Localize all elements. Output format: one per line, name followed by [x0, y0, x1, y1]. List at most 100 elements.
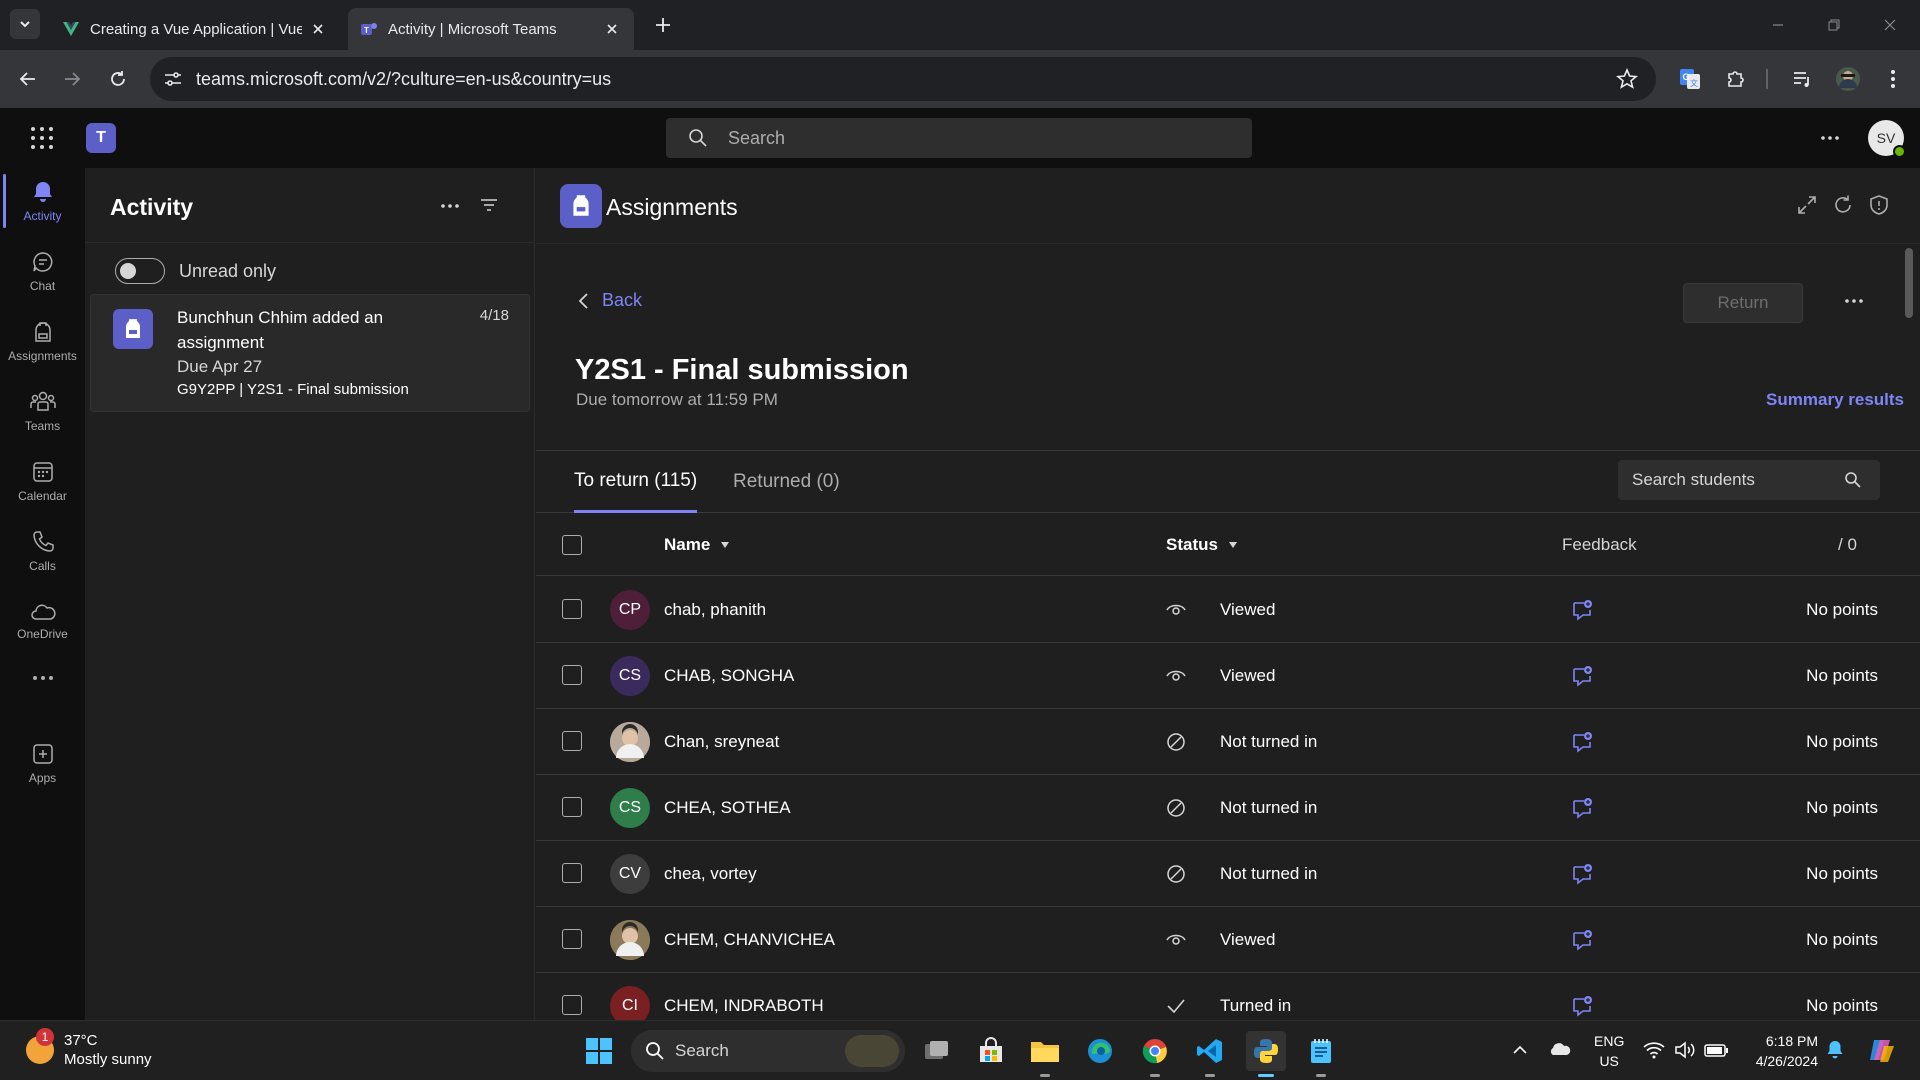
edge-browser-button[interactable] — [1080, 1031, 1120, 1071]
rail-item-assignments[interactable]: Assignments — [0, 308, 85, 374]
row-checkbox[interactable] — [562, 995, 582, 1015]
restore-window-button[interactable] — [1806, 0, 1862, 50]
vscode-button[interactable] — [1190, 1031, 1230, 1077]
wifi-icon[interactable] — [1643, 1041, 1665, 1059]
student-name[interactable]: CHEA, SOTHEA — [664, 798, 791, 818]
add-feedback-icon[interactable] — [1571, 863, 1593, 885]
copilot-icon[interactable] — [1866, 1036, 1896, 1064]
table-row[interactable]: Chan, sreyneat Not turned in No points — [536, 709, 1920, 775]
teams-taskbar-button[interactable] — [1246, 1031, 1286, 1077]
student-name[interactable]: CHEM, INDRABOTH — [664, 996, 824, 1016]
student-name[interactable]: chab, phanith — [664, 600, 766, 620]
system-clock[interactable]: 6:18 PM 4/26/2024 — [1744, 1031, 1818, 1071]
back-link[interactable]: Back — [578, 290, 642, 311]
rail-item-teams[interactable]: Teams — [0, 378, 85, 444]
site-settings-icon[interactable] — [162, 68, 184, 90]
table-row[interactable]: CS CHEA, SOTHEA Not turned in No points — [536, 775, 1920, 841]
task-view-button[interactable] — [917, 1031, 957, 1071]
notification-bell-icon[interactable] — [1826, 1040, 1844, 1060]
search-input[interactable] — [728, 118, 1228, 158]
unread-only-toggle[interactable] — [115, 258, 165, 284]
add-feedback-icon[interactable] — [1571, 665, 1593, 687]
assignment-more-icon[interactable] — [1844, 298, 1864, 304]
input-language-indicator[interactable]: ENG US — [1594, 1031, 1624, 1071]
notepad-button[interactable] — [1301, 1031, 1341, 1077]
rail-item-activity[interactable]: Activity — [0, 168, 85, 234]
new-tab-button[interactable] — [650, 12, 676, 38]
row-checkbox[interactable] — [562, 599, 582, 619]
tab-returned[interactable]: Returned (0) — [733, 451, 840, 513]
table-row[interactable]: CS CHAB, SONGHA Viewed No points — [536, 643, 1920, 709]
select-all-checkbox[interactable] — [562, 535, 582, 555]
add-feedback-icon[interactable] — [1571, 995, 1593, 1017]
refresh-icon[interactable] — [1832, 194, 1854, 216]
file-explorer-button[interactable] — [1025, 1031, 1065, 1077]
column-header-name[interactable]: Name — [664, 514, 730, 576]
student-name[interactable]: Chan, sreyneat — [664, 732, 779, 752]
onedrive-cloud-icon[interactable] — [1548, 1041, 1572, 1057]
close-tab-icon[interactable] — [602, 19, 622, 39]
row-checkbox[interactable] — [562, 929, 582, 949]
start-button[interactable] — [579, 1031, 619, 1071]
media-controls-button[interactable] — [1787, 64, 1817, 94]
add-feedback-icon[interactable] — [1571, 929, 1593, 951]
tab-search-dropdown-button[interactable] — [10, 9, 40, 39]
extensions-button[interactable] — [1721, 64, 1751, 94]
summary-results-link[interactable]: Summary results — [1766, 390, 1904, 410]
profile-button[interactable] — [1833, 64, 1863, 94]
filter-icon[interactable] — [479, 195, 499, 215]
browser-menu-button[interactable] — [1878, 64, 1908, 94]
back-button[interactable] — [13, 64, 43, 94]
close-window-button[interactable] — [1862, 0, 1918, 50]
battery-charging-icon[interactable] — [1704, 1042, 1730, 1058]
tab-to-return[interactable]: To return (115) — [574, 451, 698, 513]
row-checkbox[interactable] — [562, 863, 582, 883]
minimize-window-button[interactable] — [1750, 0, 1806, 50]
teams-search-box[interactable] — [666, 118, 1252, 158]
search-students-box[interactable] — [1618, 460, 1880, 500]
address-bar[interactable]: teams.microsoft.com/v2/?culture=en-us&co… — [150, 57, 1656, 101]
app-launcher-waffle-icon[interactable] — [30, 126, 54, 150]
user-avatar[interactable]: SV — [1868, 120, 1906, 158]
rail-item-calls[interactable]: Calls — [0, 518, 85, 584]
microsoft-store-button[interactable] — [971, 1031, 1011, 1071]
browser-tab-vue[interactable]: Creating a Vue Application | Vue.js — [50, 8, 340, 50]
search-students-input[interactable] — [1632, 460, 1832, 500]
rail-item-apps[interactable]: Apps — [0, 730, 85, 796]
table-row[interactable]: CP chab, phanith Viewed No points — [536, 577, 1920, 643]
browser-tab-teams[interactable]: T Activity | Microsoft Teams — [348, 8, 634, 50]
add-feedback-icon[interactable] — [1571, 797, 1593, 819]
rail-item-calendar[interactable]: Calendar — [0, 448, 85, 514]
scrollbar-thumb[interactable] — [1905, 248, 1913, 318]
close-tab-icon[interactable] — [308, 19, 328, 39]
add-feedback-icon[interactable] — [1571, 731, 1593, 753]
translate-extension-button[interactable]: G文 — [1675, 64, 1705, 94]
volume-icon[interactable] — [1674, 1041, 1696, 1059]
table-row[interactable]: CHEM, CHANVICHEA Viewed No points — [536, 907, 1920, 973]
row-checkbox[interactable] — [562, 665, 582, 685]
forward-button[interactable] — [57, 64, 87, 94]
add-feedback-icon[interactable] — [1571, 599, 1593, 621]
weather-widget[interactable]: 1 37°C Mostly sunny — [26, 1028, 152, 1069]
activity-feed-item[interactable]: Bunchhun Chhim added an assignment 4/18 … — [90, 294, 530, 412]
rail-item-onedrive[interactable]: OneDrive — [0, 588, 85, 654]
column-header-status[interactable]: Status — [1166, 514, 1238, 576]
show-hidden-icons-chevron-up-icon[interactable] — [1512, 1045, 1528, 1055]
reload-button[interactable] — [103, 64, 133, 94]
table-row[interactable]: CI CHEM, INDRABOTH Turned in No points — [536, 973, 1920, 1020]
row-checkbox[interactable] — [562, 797, 582, 817]
more-options-icon[interactable] — [1820, 126, 1840, 150]
row-checkbox[interactable] — [562, 731, 582, 751]
return-button[interactable]: Return — [1683, 283, 1803, 323]
shield-icon[interactable] — [1868, 194, 1890, 216]
bookmark-star-icon[interactable] — [1616, 68, 1638, 90]
student-name[interactable]: chea, vortey — [664, 864, 757, 884]
taskbar-search[interactable]: Search — [631, 1030, 905, 1072]
chrome-browser-button[interactable] — [1135, 1031, 1175, 1077]
activity-more-icon[interactable] — [440, 196, 460, 216]
student-name[interactable]: CHAB, SONGHA — [664, 666, 794, 686]
rail-more-button[interactable] — [0, 658, 85, 698]
table-row[interactable]: CV chea, vortey Not turned in No points — [536, 841, 1920, 907]
student-name[interactable]: CHEM, CHANVICHEA — [664, 930, 835, 950]
rail-item-chat[interactable]: Chat — [0, 238, 85, 304]
